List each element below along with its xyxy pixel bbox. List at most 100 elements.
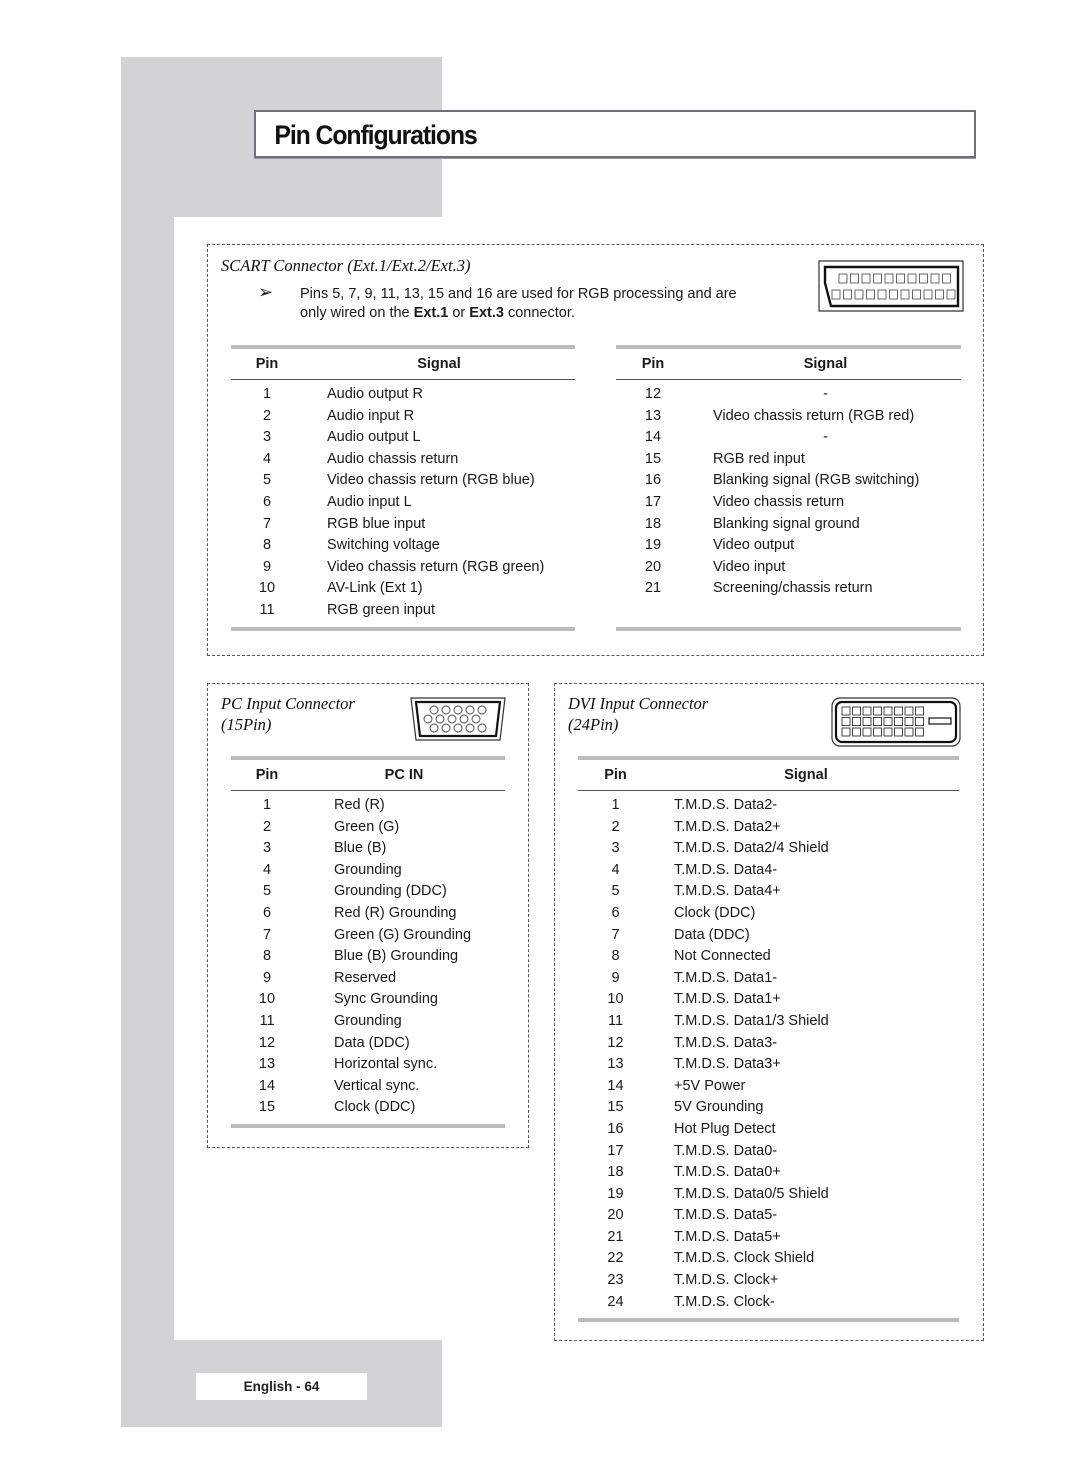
connector-pin [884,273,894,284]
table-row: 9 Video chassis return (RGB green) [231,557,575,579]
connector-pin [873,706,882,716]
table-row: 11 RGB green input [231,600,575,622]
scart-connector-icon [818,260,964,312]
connector-pin [429,705,439,715]
connector-pin [896,273,905,284]
scart-table-right: Pin Signal 12 - 13 Video chassis return (RG… [616,345,961,600]
connector-pin [852,727,861,737]
table-row: 3 Audio output L [231,427,575,449]
header-pin: Pin [616,345,690,380]
pin-signal: Red (R) [334,797,385,813]
connector-pin [900,289,910,300]
scart-note-text: Pins 5, 7, 9, 11, 13, 15 and 16 are used… [300,285,778,323]
table-row: 8 Blue (B) Grounding [231,946,505,968]
pin-number: 12 [258,1034,276,1051]
table-row: 5 T.M.D.S. Data4+ [578,881,959,903]
table-row: 8 Not Connected [578,946,959,968]
connector-pin [843,289,852,300]
table-row: 1 T.M.D.S. Data2- [578,791,959,817]
pin-signal: T.M.D.S. Data0/5 Shield [674,1185,829,1202]
connector-pin [942,273,951,284]
scart-note-ext1: Ext.1 [413,305,449,321]
table-row: 19 T.M.D.S. Data0/5 Shield [578,1184,959,1206]
pin-signal: T.M.D.S. Data3- [674,1034,778,1051]
pin-number: 2 [262,818,272,835]
pin-signal: Vertical sync. [334,1077,420,1094]
pin-number: 17 [607,1142,624,1159]
pin-signal: - [823,386,828,402]
pin-signal: Audio input L [327,493,412,510]
pin-number: 9 [262,969,272,986]
pin-number: 3 [611,840,620,857]
pin-number: 6 [262,493,272,510]
table-row: 8 Switching voltage [231,535,575,557]
dvi-heading-line2: (24Pin) [568,715,619,734]
table-row: 13 Video chassis return (RGB red) [616,406,961,428]
pin-number: 9 [262,558,272,575]
connector-pin [873,717,882,726]
pin-signal: Audio output R [327,386,423,402]
scart-connector-panel: SCART Connector (Ext.1/Ext.2/Ext.3) ➢ Pi… [207,244,984,656]
pin-number: 19 [644,537,662,554]
pin-number: 15 [258,1099,276,1116]
pc-heading: PC Input Connector (15Pin) [221,693,355,735]
table-row: 16 Hot Plug Detect [578,1119,959,1141]
table-row: 16 Blanking signal (RGB switching) [616,470,961,492]
vga-connector-icon [410,697,506,741]
pin-signal: T.M.D.S. Data1+ [674,991,781,1008]
connector-pin [862,717,872,726]
table-bottom-rule [616,627,961,631]
pin-signal: RGB blue input [327,515,426,532]
pin-number: 20 [607,1207,624,1224]
table-row: 12 T.M.D.S. Data3- [578,1033,959,1055]
header-pc-in: PC IN [303,756,505,791]
pin-number: 14 [607,1077,624,1094]
connector-pin [453,723,463,733]
pin-signal: T.M.D.S. Data4+ [674,883,781,900]
connector-pin [873,273,882,284]
pin-number: 23 [607,1272,624,1289]
connector-pin [883,717,893,726]
table-row: 22 T.M.D.S. Clock Shield [578,1248,959,1270]
pin-number: 1 [262,797,272,813]
table-row: 2 T.M.D.S. Data2+ [578,817,959,839]
connector-pin [904,717,914,726]
header-pin: Pin [231,345,303,380]
connector-pin [919,273,928,284]
pin-number: 18 [644,515,662,532]
table-row: 7 Green (G) Grounding [231,925,505,947]
pin-signal: Blue (B) Grounding [334,948,459,965]
pin-signal: Data (DDC) [674,926,750,943]
pc-heading-line2: (15Pin) [221,715,272,734]
connector-pin [465,723,475,733]
pin-number: 9 [611,969,620,986]
table-row: 13 Horizontal sync. [231,1054,505,1076]
pin-signal: Reserved [334,969,397,986]
pin-number: 8 [611,948,620,965]
table-row: 21 T.M.D.S. Data5+ [578,1227,959,1249]
pin-signal: Audio input R [327,407,415,424]
table-bottom-rule [231,627,575,631]
dvi-connector-icon [831,697,961,747]
table-row: 15 Clock (DDC) [231,1097,505,1119]
table-row: 2 Green (G) [231,817,505,839]
connector-pin [838,273,848,284]
pin-number: 8 [262,948,272,965]
table-row: 1 Audio output R [231,380,575,406]
pin-signal: Video chassis return (RGB red) [713,407,915,424]
pin-number: 3 [262,840,272,857]
pin-signal: Audio output L [327,429,421,446]
pin-number: 22 [607,1250,624,1267]
connector-pin [904,727,914,737]
pin-number: 3 [262,429,272,446]
scart-heading: SCART Connector (Ext.1/Ext.2/Ext.3) [221,256,471,275]
pin-signal: Switching voltage [327,537,440,554]
pin-signal: T.M.D.S. Data1/3 Shield [674,1012,829,1029]
connector-pin [894,717,903,726]
table-row: 15 5V Grounding [578,1097,959,1119]
table-row: 12 Data (DDC) [231,1033,505,1055]
table-row: 11 T.M.D.S. Data1/3 Shield [578,1011,959,1033]
table-row: 5 Video chassis return (RGB blue) [231,470,575,492]
pin-number: 11 [259,1012,275,1029]
header-signal: Signal [303,345,575,380]
